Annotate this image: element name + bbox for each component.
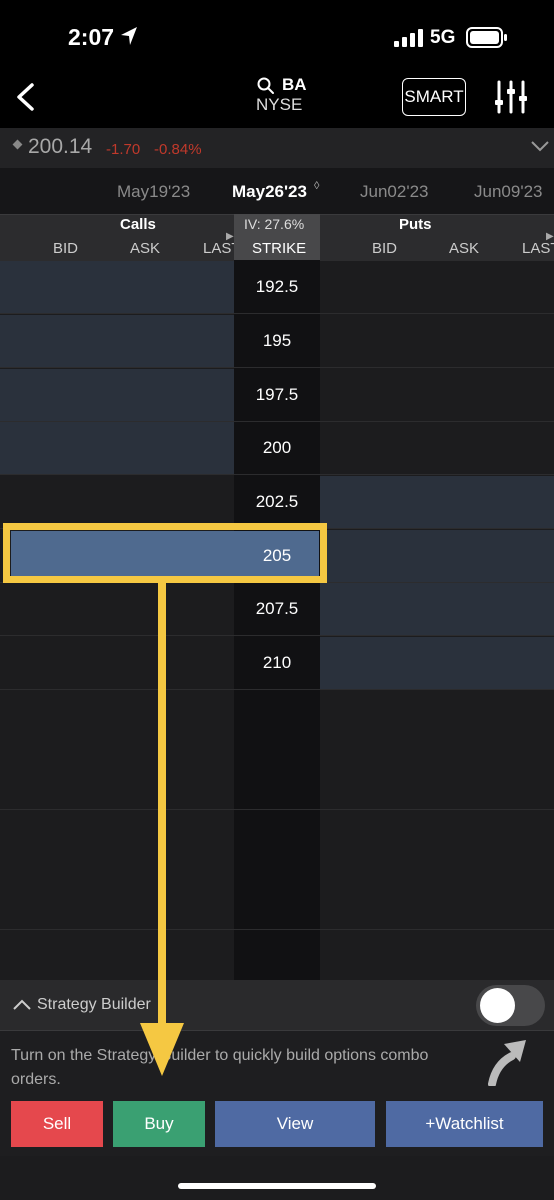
strike-column-label: STRIKE bbox=[252, 240, 307, 257]
calls-bid-label: BID bbox=[53, 240, 79, 257]
last-price: 200.14 bbox=[28, 135, 93, 158]
home-indicator[interactable] bbox=[178, 1183, 376, 1189]
call-cell[interactable] bbox=[0, 261, 234, 313]
option-row[interactable]: 192.5 bbox=[0, 261, 554, 314]
strike-price: 207.5 bbox=[255, 599, 299, 618]
puts-header: Puts bbox=[399, 216, 432, 233]
strategy-builder-description: Turn on the Strategy Builder to quickly … bbox=[11, 1047, 429, 1088]
view-button[interactable]: View bbox=[215, 1101, 375, 1147]
strike-price: 200 bbox=[262, 438, 292, 457]
calls-header: Calls bbox=[120, 216, 156, 233]
chevron-up-icon[interactable] bbox=[12, 998, 32, 1017]
put-cell[interactable] bbox=[320, 530, 554, 582]
status-time: 2:07 bbox=[68, 24, 115, 50]
strike-price: 195 bbox=[262, 331, 292, 350]
battery-icon bbox=[466, 27, 508, 54]
network-type: 5G bbox=[430, 27, 456, 48]
calls-last-label: LAST bbox=[203, 240, 234, 257]
put-cell[interactable] bbox=[320, 476, 554, 528]
option-row[interactable]: 197.5 bbox=[0, 369, 554, 422]
option-row[interactable]: 210 bbox=[0, 637, 554, 690]
strike-price: 192.5 bbox=[255, 277, 299, 296]
toggle-knob bbox=[480, 988, 515, 1023]
puts-ask-label: ASK bbox=[449, 240, 480, 257]
put-cell[interactable] bbox=[320, 637, 554, 689]
puts-bid-label: BID bbox=[372, 240, 398, 257]
strike-price: 210 bbox=[262, 653, 292, 672]
smart-routing-button[interactable]: SMART bbox=[402, 78, 466, 116]
expiry-marker-icon: ◊ bbox=[314, 180, 320, 192]
strike-price: 197.5 bbox=[255, 385, 299, 404]
put-cell[interactable] bbox=[320, 583, 554, 635]
call-cell[interactable] bbox=[0, 315, 234, 367]
call-cell[interactable] bbox=[0, 422, 234, 474]
strategy-builder-title: Strategy Builder bbox=[37, 996, 151, 1013]
puts-last-label: LAST bbox=[522, 240, 554, 257]
curved-arrow-up-icon bbox=[488, 1036, 530, 1091]
tab-expiry-may26[interactable]: May26'23 bbox=[232, 182, 307, 202]
option-row[interactable]: 195 bbox=[0, 315, 554, 368]
tab-expiry-jun09[interactable]: Jun09'23 bbox=[474, 182, 542, 202]
exchange-label: NYSE bbox=[256, 95, 303, 114]
scroll-right-icon[interactable]: ▶ bbox=[226, 231, 234, 242]
option-row[interactable]: 207.5 bbox=[0, 583, 554, 636]
price-change-percent: -0.84% bbox=[154, 141, 202, 158]
add-to-watchlist-button[interactable]: +Watchlist bbox=[386, 1101, 543, 1147]
ticker-symbol[interactable]: BA bbox=[282, 75, 307, 95]
sell-button[interactable]: Sell bbox=[11, 1101, 103, 1147]
calls-ask-label: ASK bbox=[130, 240, 161, 257]
location-arrow-icon bbox=[120, 26, 138, 51]
scroll-right-icon[interactable]: ▶ bbox=[546, 231, 554, 242]
back-chevron-icon[interactable] bbox=[14, 82, 38, 117]
empty-row bbox=[0, 690, 554, 810]
settings-sliders-icon[interactable] bbox=[495, 80, 527, 119]
annotation-arrow bbox=[140, 583, 204, 1088]
tab-expiry-jun02[interactable]: Jun02'23 bbox=[360, 182, 428, 202]
option-row[interactable]: 202.5 bbox=[0, 476, 554, 529]
option-row[interactable]: 200 bbox=[0, 422, 554, 475]
tab-expiry-may19[interactable]: May19'23 bbox=[117, 182, 190, 202]
empty-row bbox=[0, 810, 554, 930]
highlight-annotation-box bbox=[3, 523, 327, 583]
buy-button[interactable]: Buy bbox=[113, 1101, 205, 1147]
implied-volatility: IV: 27.6% bbox=[244, 216, 305, 232]
strike-price: 202.5 bbox=[255, 492, 299, 511]
chevron-down-icon[interactable] bbox=[530, 139, 550, 158]
signal-strength-icon bbox=[394, 29, 424, 52]
call-cell[interactable] bbox=[0, 369, 234, 421]
price-change: -1.70 bbox=[106, 141, 141, 158]
